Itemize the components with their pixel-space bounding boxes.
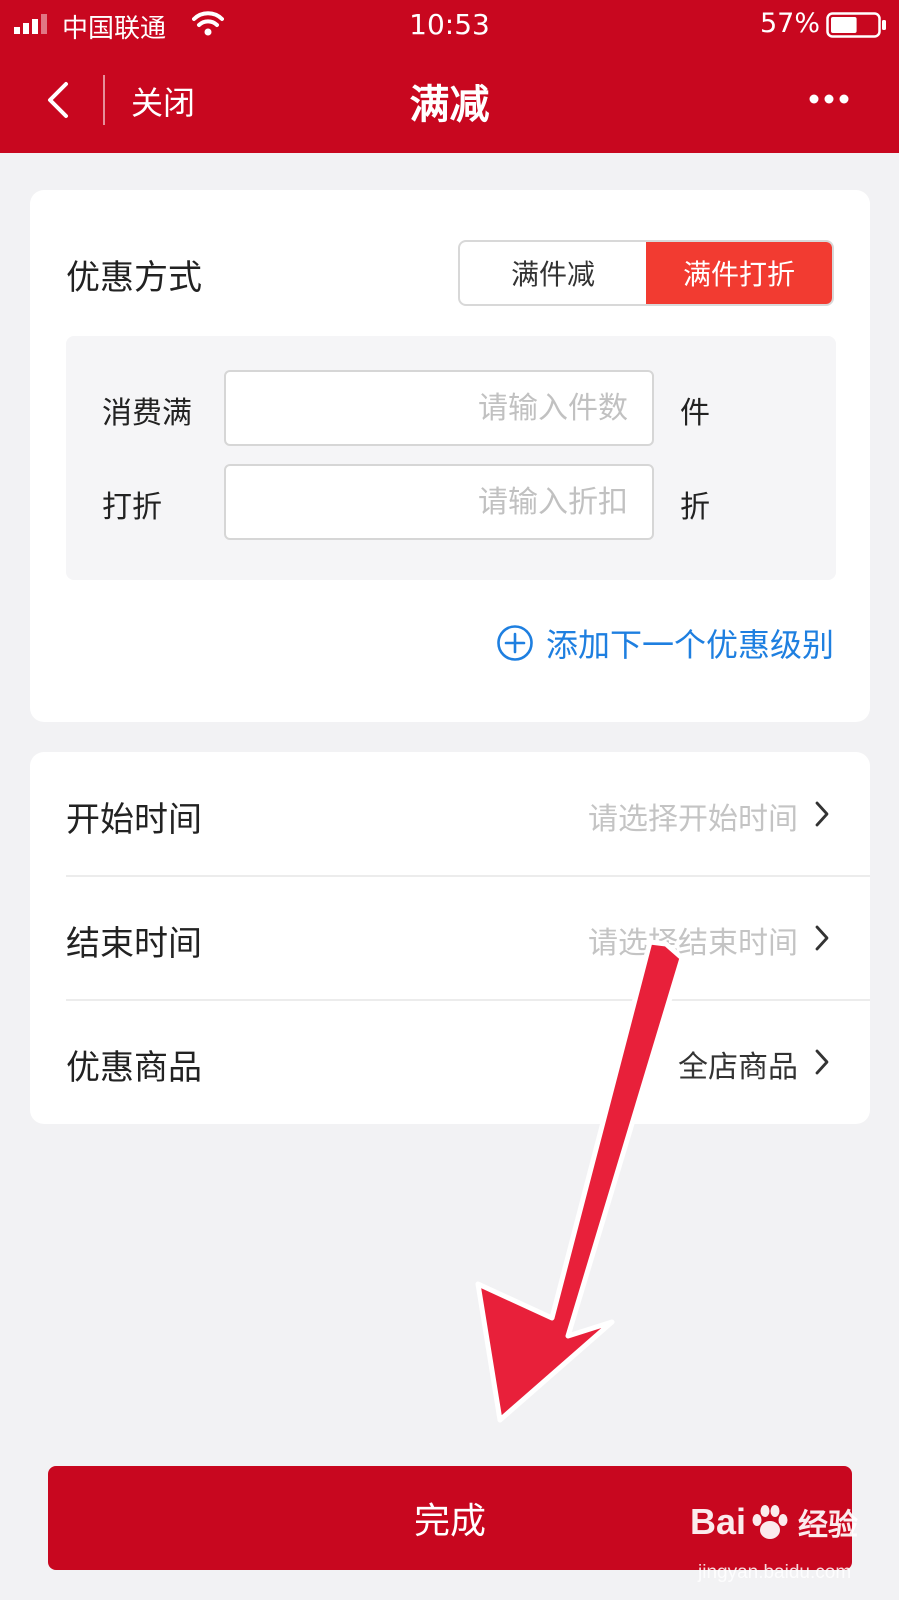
end-time-value: 请选择结束时间 bbox=[588, 926, 798, 961]
chevron-right-icon bbox=[815, 801, 829, 827]
discount-card: 优惠方式 满件减 满件打折 消费满 件 打折 折 添加下一个优惠级别 bbox=[30, 190, 870, 722]
discount-level-form: 消费满 件 打折 折 bbox=[66, 336, 836, 580]
top-bar: 中国联通 10:53 57% 关闭 满减 bbox=[0, 0, 899, 153]
discount-rate-label: 打折 bbox=[102, 490, 162, 525]
watermark-logo: Bai 经验 bbox=[690, 1500, 858, 1544]
more-icon[interactable] bbox=[808, 92, 850, 106]
chevron-right-icon bbox=[815, 925, 829, 951]
discount-goods-label: 优惠商品 bbox=[66, 1048, 202, 1088]
spend-threshold-label: 消费满 bbox=[102, 396, 192, 431]
settings-card: 开始时间 请选择开始时间 结束时间 请选择结束时间 优惠商品 全店商品 bbox=[30, 752, 870, 1124]
start-time-value: 请选择开始时间 bbox=[588, 802, 798, 837]
discount-goods-value: 全店商品 bbox=[678, 1050, 798, 1085]
page-title: 满减 bbox=[409, 82, 490, 128]
discount-type-switch: 满件减 满件打折 bbox=[458, 240, 834, 306]
discount-input[interactable] bbox=[224, 464, 654, 540]
battery-icon bbox=[826, 12, 886, 38]
status-bar: 中国联通 10:53 57% bbox=[0, 0, 899, 52]
start-time-label: 开始时间 bbox=[66, 800, 202, 840]
discount-goods-row[interactable]: 优惠商品 全店商品 bbox=[66, 1000, 870, 1124]
plus-circle-icon bbox=[497, 625, 533, 661]
quantity-unit: 件 bbox=[680, 396, 710, 431]
option-full-quantity-discount[interactable]: 满件打折 bbox=[646, 242, 832, 304]
chevron-right-icon bbox=[815, 1049, 829, 1075]
watermark-url: jingyan.baidu.com bbox=[698, 1562, 852, 1583]
add-level-button[interactable]: 添加下一个优惠级别 bbox=[496, 620, 834, 666]
watermark-logo-text: Bai bbox=[690, 1501, 747, 1542]
add-level-label: 添加下一个优惠级别 bbox=[545, 626, 834, 664]
battery-percent: 57% bbox=[760, 8, 821, 39]
start-time-row[interactable]: 开始时间 请选择开始时间 bbox=[66, 752, 870, 876]
end-time-row[interactable]: 结束时间 请选择结束时间 bbox=[66, 876, 870, 1000]
quantity-input[interactable] bbox=[224, 370, 654, 446]
discount-method-label: 优惠方式 bbox=[66, 258, 202, 298]
paw-icon bbox=[752, 1505, 788, 1539]
discount-unit: 折 bbox=[680, 490, 710, 525]
watermark-jingyan-text: 经验 bbox=[798, 1508, 859, 1543]
baidu-jingyan-watermark: Bai 经验 jingyan.baidu.com bbox=[690, 1500, 890, 1595]
end-time-label: 结束时间 bbox=[66, 924, 202, 964]
option-full-quantity-reduce[interactable]: 满件减 bbox=[460, 242, 646, 304]
